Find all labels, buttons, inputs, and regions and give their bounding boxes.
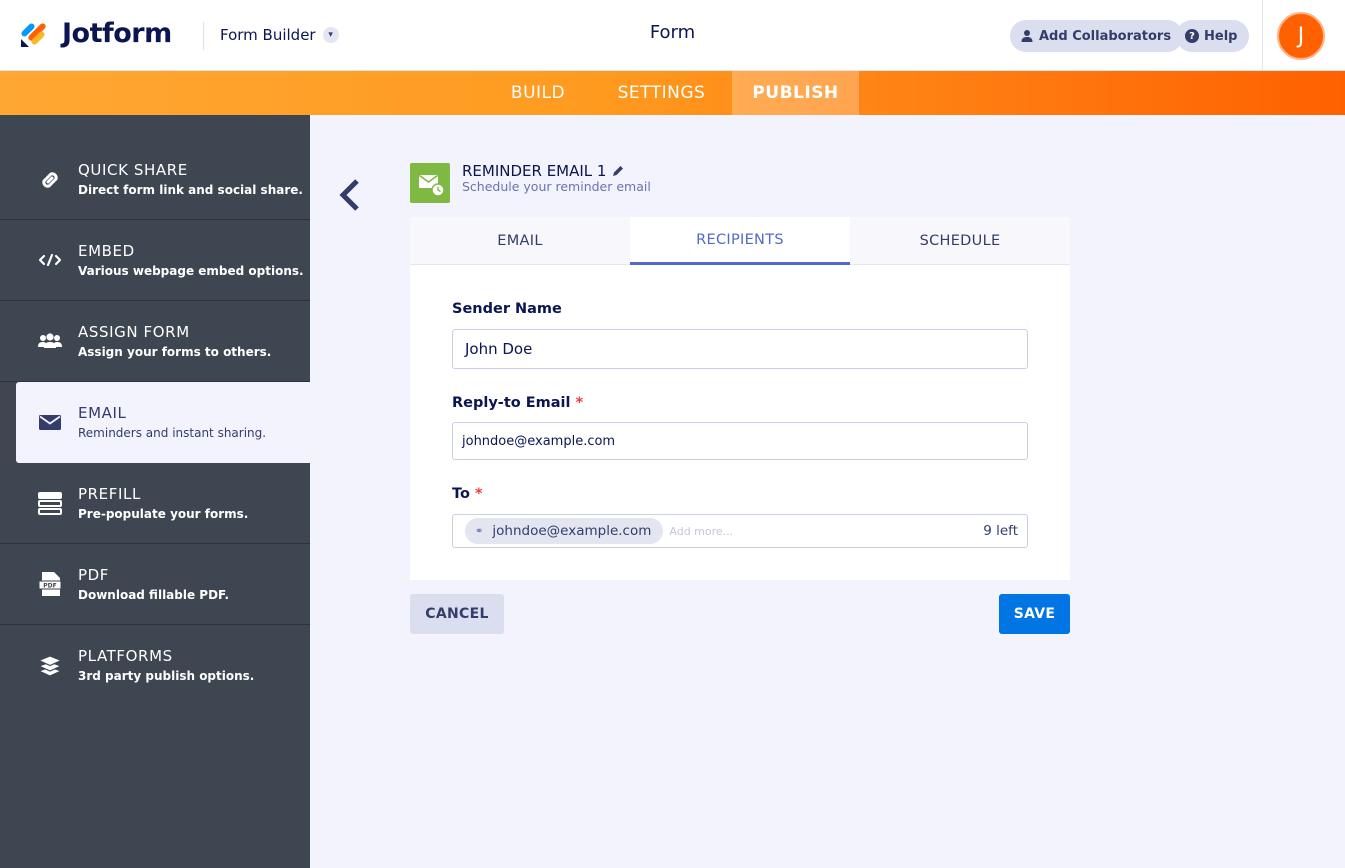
recipient-chip-label: johndoe@example.com: [492, 523, 652, 539]
sidebar-item-desc: Pre-populate your forms.: [78, 507, 249, 521]
sender-name-label: Sender Name: [452, 301, 562, 317]
sidebar-item-title: PDF: [78, 566, 110, 584]
add-collaborators-button[interactable]: Add Collaborators: [1010, 20, 1184, 52]
sender-name-value: John Doe: [465, 340, 533, 358]
form-builder-dropdown[interactable]: Form Builder ▾: [220, 26, 339, 44]
back-arrow-icon[interactable]: [337, 178, 361, 212]
sender-name-field[interactable]: John Doe: [452, 329, 1028, 369]
sidebar-item-quick-share[interactable]: QUICK SHARE Direct form link and social …: [0, 139, 310, 220]
publish-sidebar: QUICK SHARE Direct form link and social …: [0, 115, 310, 868]
panel-subtitle: Schedule your reminder email: [462, 179, 651, 194]
tab-settings[interactable]: SETTINGS: [600, 71, 723, 115]
pdf-icon-label: PDF: [43, 583, 56, 590]
to-label-text: To: [452, 486, 470, 502]
sidebar-item-title: EMAIL: [78, 404, 127, 422]
tab-email[interactable]: EMAIL: [410, 217, 630, 265]
sidebar-item-title: PREFILL: [78, 485, 141, 503]
tab-publish[interactable]: PUBLISH: [732, 71, 859, 115]
help-button[interactable]: ? Help: [1176, 20, 1250, 52]
reply-to-label: Reply-to Email *: [452, 395, 583, 411]
cancel-button[interactable]: CANCEL: [410, 594, 504, 634]
link-icon: ⚭: [475, 525, 484, 537]
prefill-icon: [38, 492, 62, 515]
sidebar-item-pdf[interactable]: PDF PDF Download fillable PDF.: [0, 544, 310, 625]
sidebar-item-embed[interactable]: EMBED Various webpage embed options.: [0, 220, 310, 301]
user-icon: [1021, 30, 1033, 42]
link-icon: [42, 172, 58, 188]
sidebar-item-desc: Download fillable PDF.: [78, 588, 230, 602]
sidebar-item-title: QUICK SHARE: [78, 161, 188, 179]
recipient-chip[interactable]: ⚭ johndoe@example.com: [465, 518, 664, 544]
tab-schedule[interactable]: SCHEDULE: [850, 217, 1070, 265]
reply-to-email-field[interactable]: johndoe@example.com: [452, 422, 1028, 460]
sidebar-item-desc: Assign your forms to others.: [78, 345, 272, 359]
reply-to-label-text: Reply-to Email: [452, 395, 571, 411]
sidebar-item-assign-form[interactable]: ASSIGN FORM Assign your forms to others.: [0, 301, 310, 382]
code-icon: [38, 253, 62, 267]
layers-icon: [37, 655, 63, 677]
sidebar-item-desc: Direct form link and social share.: [78, 183, 303, 197]
pdf-icon: PDF: [38, 572, 62, 596]
reply-to-value: johndoe@example.com: [462, 433, 616, 449]
main-nav: BUILD SETTINGS PUBLISH: [0, 71, 1345, 115]
question-icon: ?: [1185, 29, 1199, 43]
sidebar-item-prefill[interactable]: PREFILL Pre-populate your forms.: [0, 463, 310, 544]
header-divider: [203, 22, 204, 50]
add-more-placeholder[interactable]: Add more...: [669, 525, 733, 538]
recipients-card: EMAIL RECIPIENTS SCHEDULE Sender Name Jo…: [410, 217, 1070, 580]
required-mark: *: [475, 486, 483, 502]
tab-recipients[interactable]: RECIPIENTS: [630, 217, 850, 265]
save-button[interactable]: SAVE: [999, 594, 1070, 634]
reminder-title: REMINDER EMAIL 1: [462, 162, 607, 180]
form-builder-label: Form Builder: [220, 26, 316, 44]
pencil-icon[interactable]: [611, 164, 625, 178]
to-recipients-field[interactable]: ⚭ johndoe@example.com Add more... 9 left: [452, 514, 1028, 548]
brand-name: Jotform: [62, 17, 172, 49]
jotform-logo[interactable]: Jotform: [18, 17, 172, 49]
add-collaborators-label: Add Collaborators: [1039, 28, 1172, 44]
to-label: To *: [452, 486, 483, 502]
tab-build[interactable]: BUILD: [492, 71, 584, 115]
sidebar-item-email[interactable]: EMAIL Reminders and instant sharing.: [16, 382, 310, 463]
reminder-email-badge: [410, 163, 450, 203]
sidebar-item-title: ASSIGN FORM: [78, 323, 190, 341]
jotform-logo-icon: [21, 23, 46, 47]
help-label: Help: [1204, 28, 1238, 44]
email-tabs: EMAIL RECIPIENTS SCHEDULE: [410, 217, 1070, 265]
sidebar-item-desc: 3rd party publish options.: [78, 669, 255, 683]
sidebar-item-desc: Various webpage embed options.: [78, 264, 304, 278]
email-clock-icon: [419, 174, 445, 197]
sidebar-item-desc: Reminders and instant sharing.: [78, 426, 267, 440]
sidebar-item-platforms[interactable]: PLATFORMS 3rd party publish options.: [0, 625, 310, 706]
users-icon: [38, 333, 62, 348]
sidebar-item-title: EMBED: [78, 242, 135, 260]
chevron-down-icon: ▾: [322, 27, 339, 43]
envelope-icon: [39, 415, 61, 430]
top-header: Jotform Form Builder ▾ Form Add Collabor…: [0, 0, 1345, 71]
remaining-count: 9 left: [983, 523, 1018, 539]
avatar[interactable]: J: [1277, 12, 1325, 60]
sidebar-item-title: PLATFORMS: [78, 647, 173, 665]
required-mark: *: [575, 395, 584, 411]
header-divider-right: [1262, 0, 1263, 71]
panel-title: REMINDER EMAIL 1: [462, 162, 625, 180]
